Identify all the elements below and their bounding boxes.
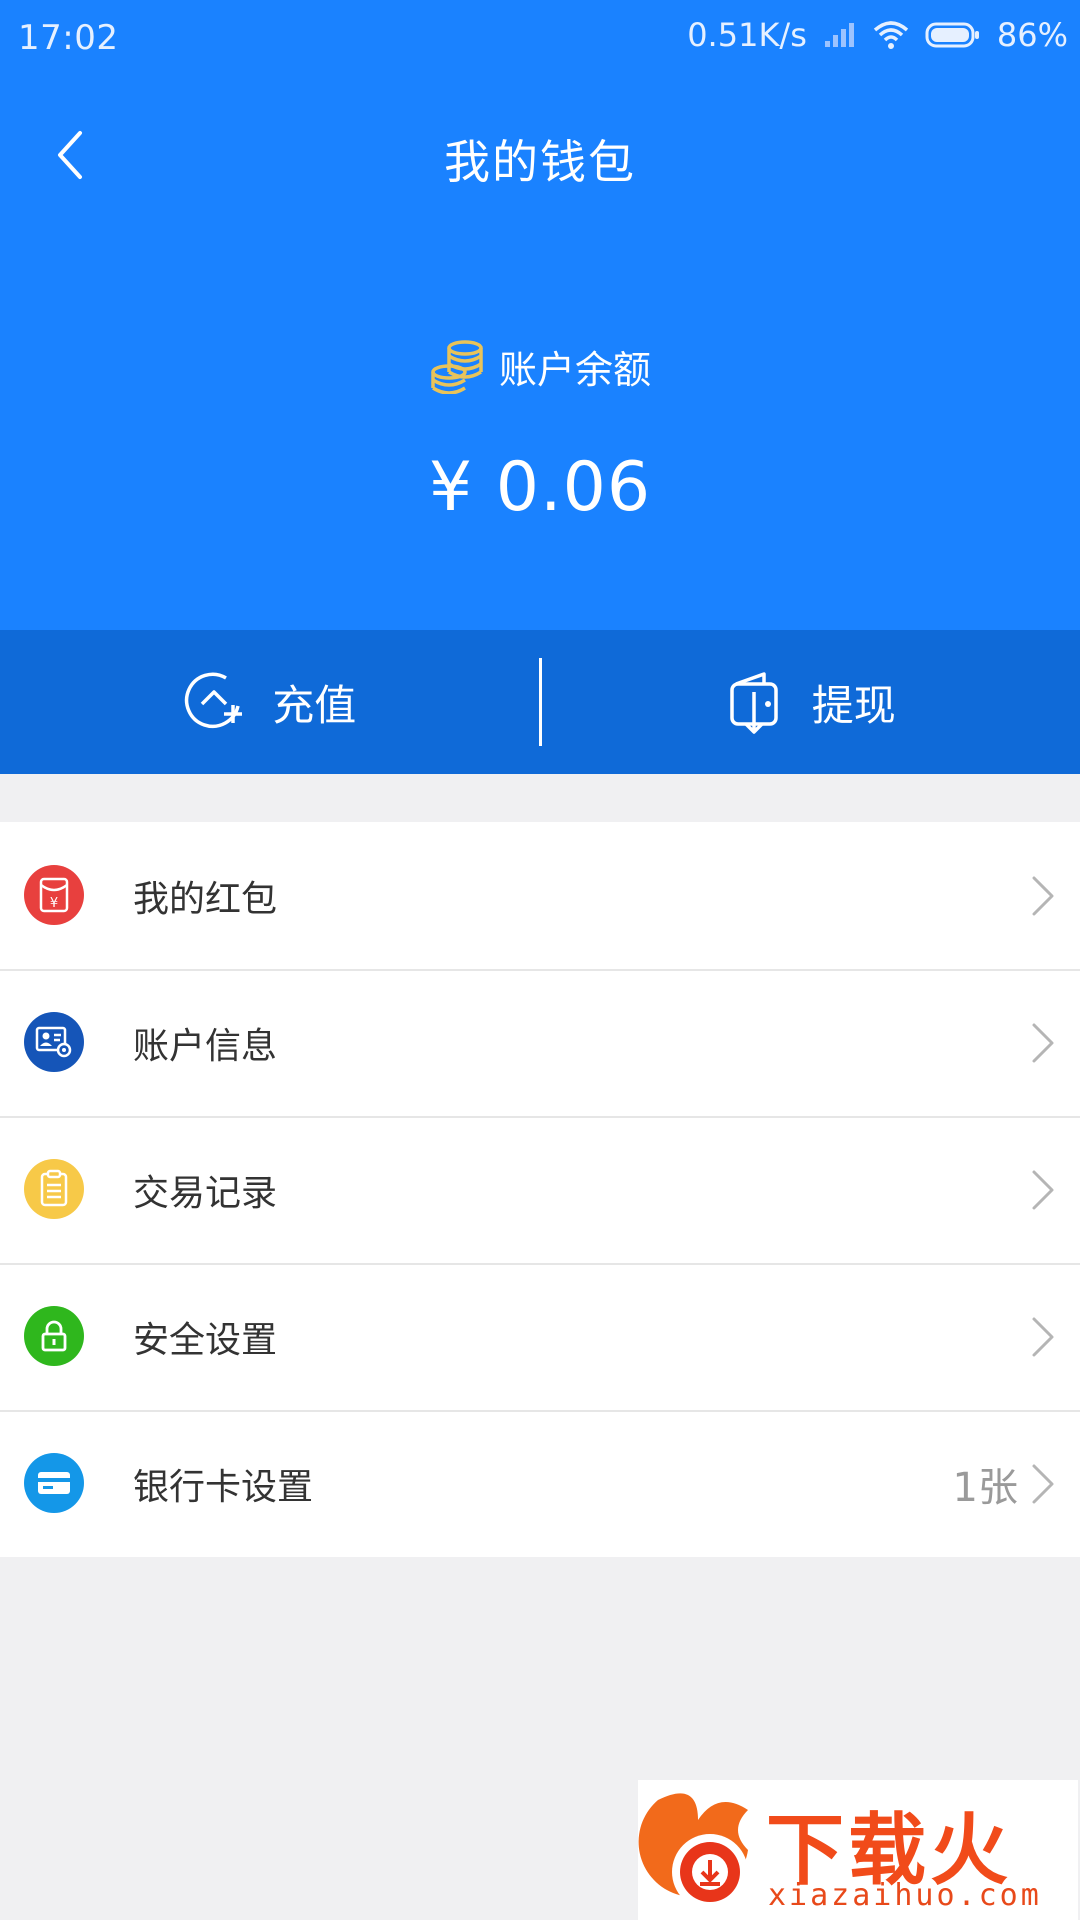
withdraw-icon <box>729 672 778 734</box>
menu-item-label: 账户信息 <box>133 1025 278 1067</box>
action-bar: 充值 提现 <box>0 630 1080 774</box>
chevron-right-icon <box>1032 1023 1054 1062</box>
balance-amount: ¥ 0.06 <box>428 448 652 527</box>
withdraw-button[interactable]: 提现 <box>542 630 1080 774</box>
wifi-icon <box>873 20 909 50</box>
status-right: 0.51K/s 86% <box>687 16 1068 54</box>
menu-item-label: 交易记录 <box>133 1172 278 1214</box>
signal-icon <box>823 21 857 49</box>
fire-logo-icon <box>638 1793 748 1910</box>
menu-item-bank-card-settings[interactable]: 银行卡设置 1张 <box>0 1410 1080 1557</box>
chevron-right-icon <box>1032 1170 1054 1209</box>
status-bar: 17:02 0.51K/s 86% <box>0 0 1080 72</box>
account-info-icon <box>24 1012 84 1072</box>
balance-label: 账户余额 <box>498 347 651 392</box>
battery-icon <box>925 21 981 49</box>
chevron-right-icon <box>1032 876 1054 915</box>
menu-item-label: 安全设置 <box>133 1319 278 1361</box>
status-time: 17:02 <box>18 18 119 58</box>
battery-percent: 86% <box>996 16 1068 54</box>
chevron-right-icon <box>1032 1317 1054 1356</box>
menu-item-transaction-record[interactable]: 交易记录 <box>0 1116 1080 1263</box>
recharge-icon <box>185 672 243 729</box>
menu-item-account-info[interactable]: 账户信息 <box>0 969 1080 1116</box>
withdraw-label: 提现 <box>811 680 896 730</box>
chevron-right-icon <box>1032 1464 1054 1503</box>
transaction-record-icon <box>24 1159 84 1219</box>
bank-card-icon <box>24 1453 84 1513</box>
wallet-header: 17:02 0.51K/s 86% 我的钱包 账户余额 ¥ 0.06 <box>0 0 1080 630</box>
watermark-domain: xiazaihuo.com <box>768 1878 1042 1913</box>
coins-icon <box>431 340 483 394</box>
lock-icon <box>24 1306 84 1366</box>
bank-card-count: 1张 <box>952 1464 1018 1511</box>
svg-text:¥: ¥ <box>50 896 58 911</box>
recharge-button[interactable]: 充值 <box>0 630 539 774</box>
balance-label-row: 账户余额 <box>0 338 1080 394</box>
menu-item-red-envelope[interactable]: ¥ 我的红包 <box>0 822 1080 969</box>
menu-item-label: 银行卡设置 <box>133 1466 314 1508</box>
recharge-label: 充值 <box>272 680 357 730</box>
menu-item-security-settings[interactable]: 安全设置 <box>0 1263 1080 1410</box>
menu-item-label: 我的红包 <box>133 878 278 920</box>
watermark: 下载火 xiazaihuo.com <box>638 1780 1078 1920</box>
menu-list: ¥ 我的红包 账户信息 交易记录 安全设置 银行卡设置 1张 <box>0 822 1080 1557</box>
nav-bar: 我的钱包 <box>0 100 1080 210</box>
page-title: 我的钱包 <box>444 135 636 189</box>
red-envelope-icon: ¥ <box>24 865 84 925</box>
network-speed: 0.51K/s <box>687 16 807 54</box>
